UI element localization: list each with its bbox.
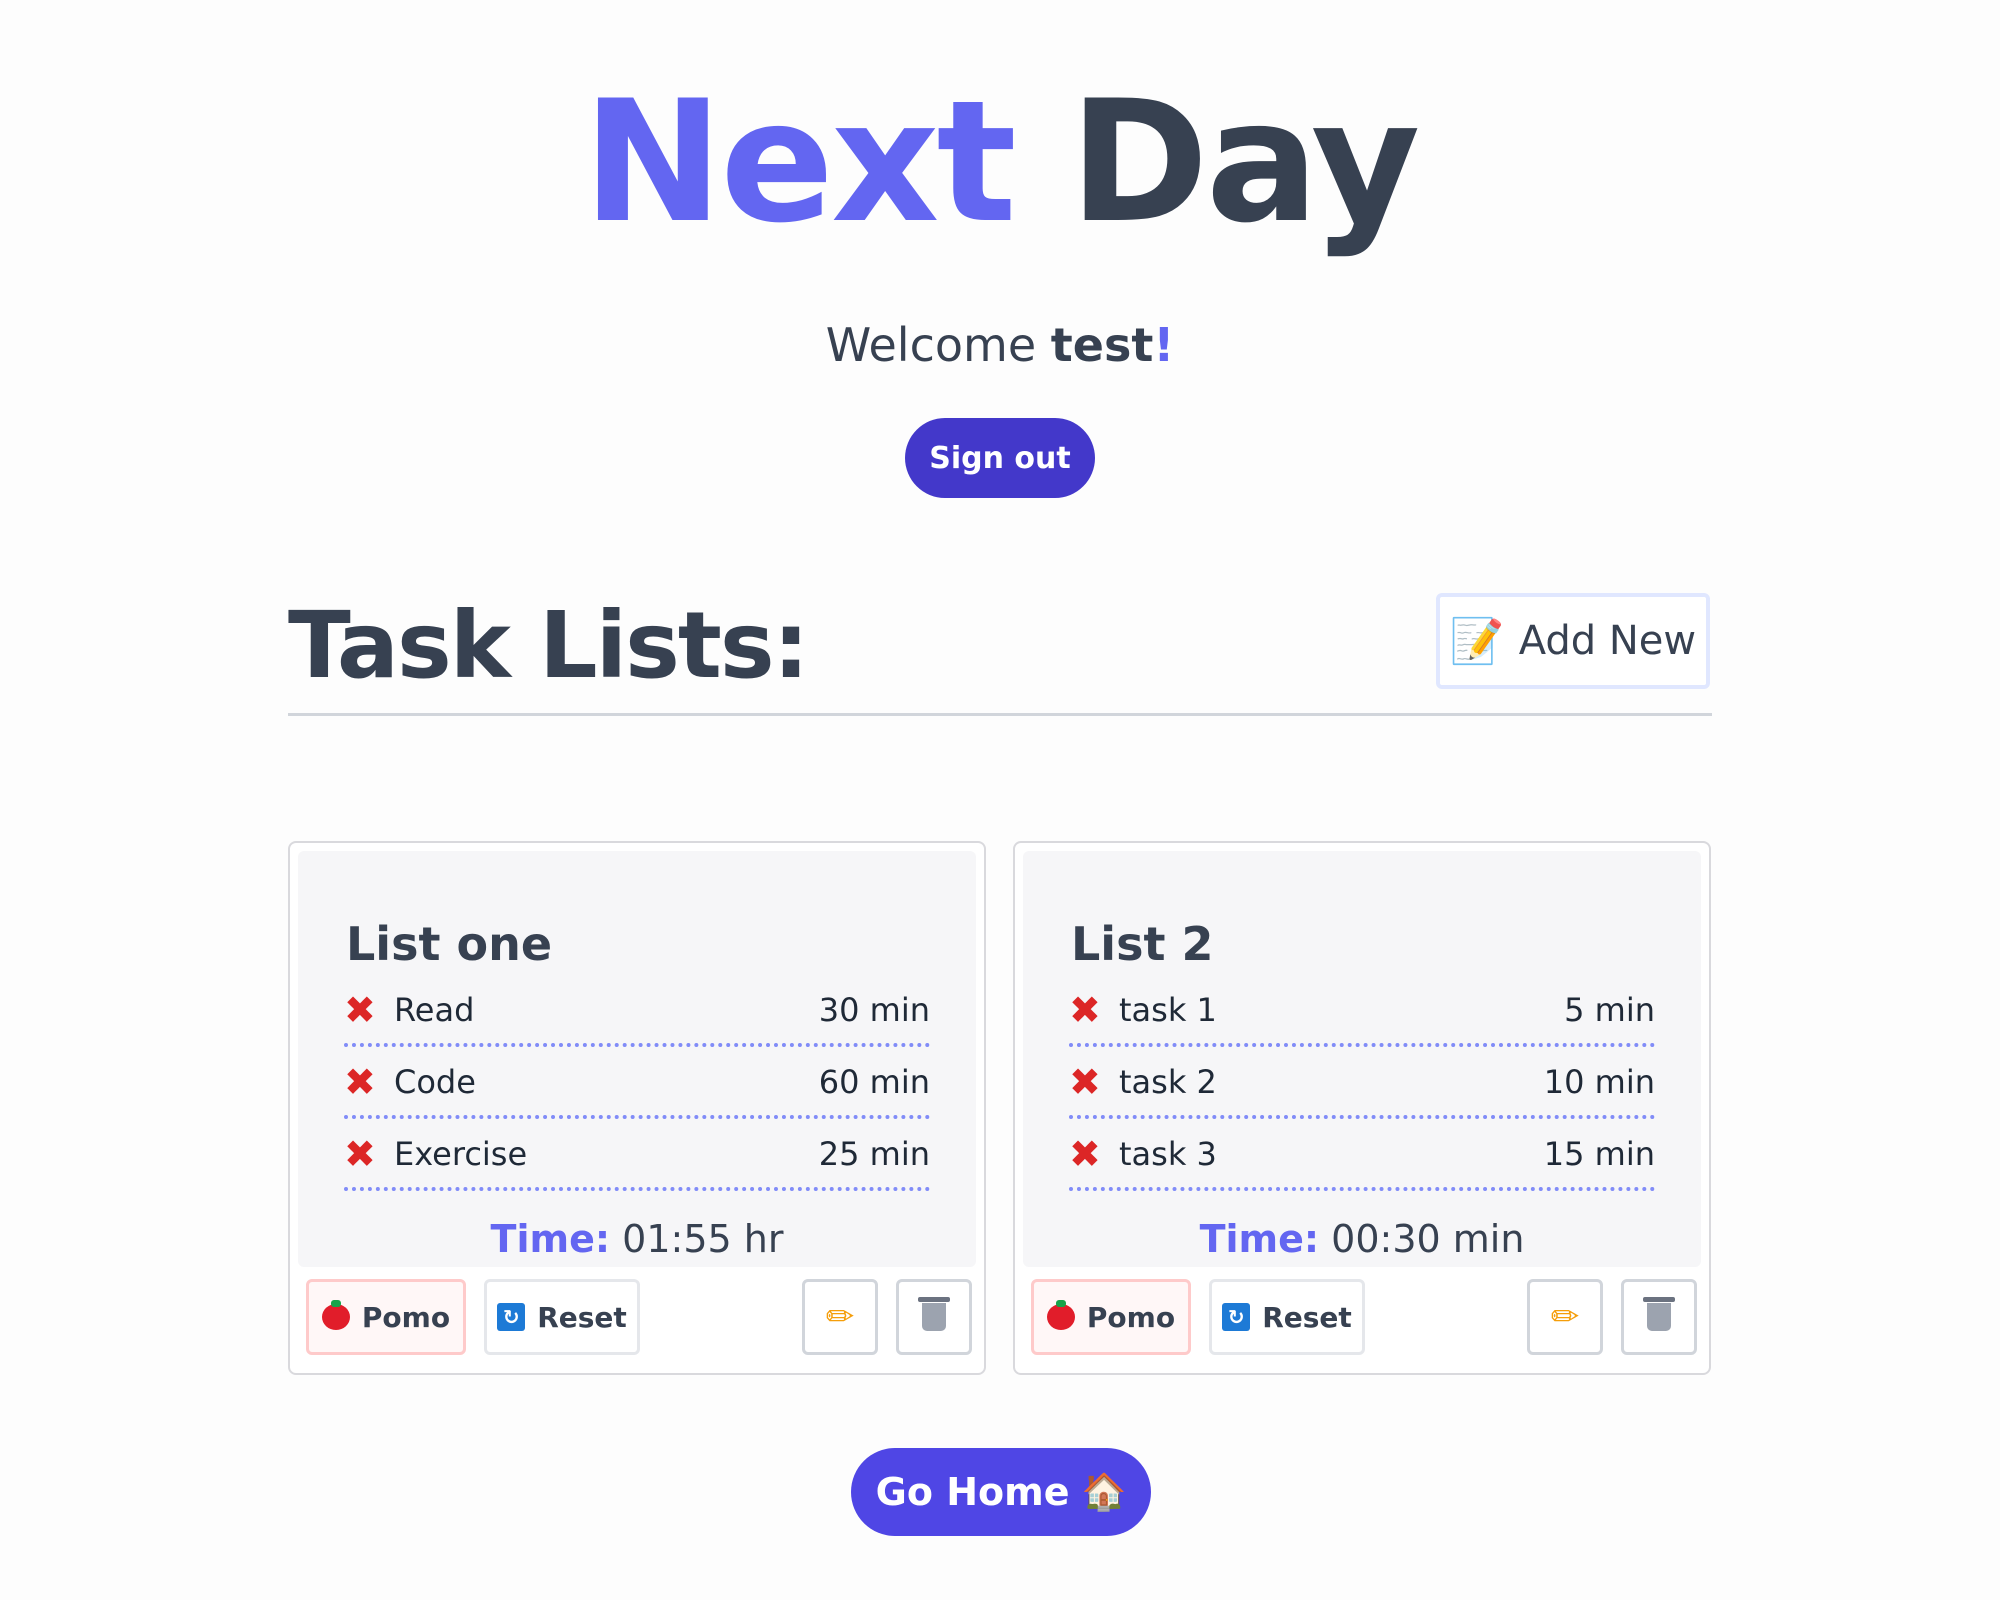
task-duration: 5 min [1564,991,1655,1029]
tomato-icon [321,1300,350,1330]
pomo-label: Pomo [361,1300,451,1334]
time-label: Time: [1199,1217,1320,1261]
task-list-card: List 2 ✖ task 1 5 min ✖ task 2 10 min ✖ … [1013,841,1711,1375]
remove-task-icon[interactable]: ✖ [1069,1060,1119,1104]
task-list-body: List one ✖ Read 30 min ✖ Code 60 min ✖ E… [298,851,976,1267]
list-title: List 2 [1071,917,1214,971]
task-name: Exercise [394,1135,528,1173]
task-name: task 3 [1119,1135,1217,1173]
reset-button[interactable]: ↻ Reset [1209,1279,1365,1355]
remove-task-icon[interactable]: ✖ [344,1132,394,1176]
task-row: ✖ task 2 10 min [1069,1049,1655,1119]
task-row: ✖ Read 30 min [344,977,930,1047]
task-row: ✖ task 3 15 min [1069,1121,1655,1191]
remove-task-icon[interactable]: ✖ [344,988,394,1032]
section-divider [288,713,1712,716]
task-duration: 30 min [818,991,930,1029]
reset-button[interactable]: ↻ Reset [484,1279,640,1355]
task-lists-heading: Task Lists: [288,592,809,699]
pencil-icon: ✏ [825,1297,855,1337]
add-new-label: Add New [1518,618,1697,664]
go-home-label: Go Home [875,1470,1070,1514]
list-title: List one [346,917,553,971]
edit-button[interactable]: ✏ [802,1279,878,1355]
time-value: 01:55 hr [622,1217,784,1261]
memo-icon: 📝 [1449,616,1505,667]
house-icon: 🏠 [1081,1472,1127,1513]
task-duration: 25 min [818,1135,930,1173]
task-duration: 15 min [1543,1135,1655,1173]
reset-label: Reset [1262,1300,1352,1334]
task-row: ✖ task 1 5 min [1069,977,1655,1047]
edit-button[interactable]: ✏ [1527,1279,1603,1355]
task-name: Code [394,1063,476,1101]
add-new-button[interactable]: 📝 Add New [1436,593,1710,689]
remove-task-icon[interactable]: ✖ [1069,1132,1119,1176]
pomo-button[interactable]: Pomo [306,1279,466,1355]
task-row: ✖ Exercise 25 min [344,1121,930,1191]
task-list-body: List 2 ✖ task 1 5 min ✖ task 2 10 min ✖ … [1023,851,1701,1267]
task-list-card: List one ✖ Read 30 min ✖ Code 60 min ✖ E… [288,841,986,1375]
total-time: Time: 01:55 hr [298,1217,976,1261]
username: test [1050,318,1154,372]
tomato-icon [1046,1300,1075,1330]
task-row: ✖ Code 60 min [344,1049,930,1119]
reset-icon: ↻ [497,1303,526,1331]
task-name: Read [394,991,475,1029]
app-title-day: Day [1069,64,1420,260]
trash-icon [918,1297,950,1331]
time-value: 00:30 min [1331,1217,1525,1261]
app-title: Next Day [0,78,2000,246]
go-home-button[interactable]: Go Home 🏠 [851,1448,1151,1536]
pomo-button[interactable]: Pomo [1031,1279,1191,1355]
pomo-label: Pomo [1086,1300,1176,1334]
time-label: Time: [490,1217,611,1261]
remove-task-icon[interactable]: ✖ [344,1060,394,1104]
welcome-exclamation: ! [1153,318,1175,372]
task-duration: 10 min [1543,1063,1655,1101]
app-title-next: Next [582,64,1017,260]
sign-out-button[interactable]: Sign out [905,418,1095,498]
welcome-prefix: Welcome [825,318,1037,372]
remove-task-icon[interactable]: ✖ [1069,988,1119,1032]
reset-icon: ↻ [1222,1303,1251,1331]
task-name: task 1 [1119,991,1217,1029]
task-duration: 60 min [818,1063,930,1101]
reset-label: Reset [537,1300,627,1334]
delete-button[interactable] [896,1279,972,1355]
delete-button[interactable] [1621,1279,1697,1355]
task-name: task 2 [1119,1063,1217,1101]
task-items: ✖ Read 30 min ✖ Code 60 min ✖ Exercise 2… [344,977,930,1193]
welcome-message: Welcome test! [0,318,2000,372]
trash-icon [1643,1297,1675,1331]
total-time: Time: 00:30 min [1023,1217,1701,1261]
task-items: ✖ task 1 5 min ✖ task 2 10 min ✖ task 3 … [1069,977,1655,1193]
pencil-icon: ✏ [1550,1297,1580,1337]
